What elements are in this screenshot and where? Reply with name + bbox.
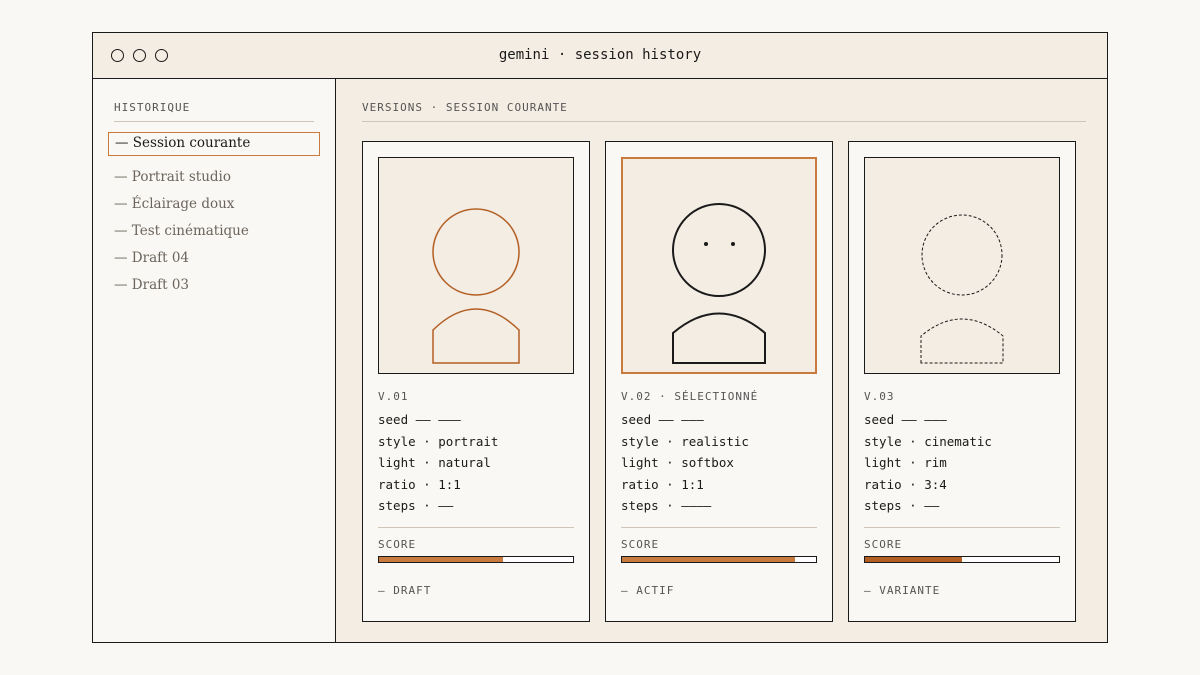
version-thumbnail[interactable] [378,157,574,374]
history-item-eclairage-doux[interactable]: — Éclairage doux [108,191,320,218]
version-meta: seed —— ——— style · portrait light · nat… [378,409,574,517]
version-meta: seed —— ——— style · cinematic light · ri… [864,409,1060,517]
history-item-test-cinematique[interactable]: — Test cinématique [108,218,320,245]
card-divider [621,527,817,528]
meta-steps: steps · —— [378,498,454,513]
status-label: — DRAFT [378,584,432,597]
score-label: SCORE [378,538,417,551]
meta-ratio: ratio · 1:1 [621,476,704,492]
card-divider [864,527,1060,528]
version-card-v02[interactable]: V.02 · SÉLECTIONNÉ seed —— ——— style · r… [605,141,833,622]
history-item-portrait-studio[interactable]: — Portrait studio [108,164,320,191]
version-card-v03[interactable]: V.03 seed —— ——— style · cinematic light… [848,141,1076,622]
score-label: SCORE [864,538,903,551]
status-label: — ACTIF [621,584,675,597]
score-label: SCORE [621,538,660,551]
history-item-session-courante[interactable]: — Session courante [108,132,320,156]
sidebar: HISTORIQUE — Session courante — Portrait… [93,79,336,642]
version-thumbnail-selected[interactable] [621,157,817,374]
version-label: V.03 [864,390,895,403]
score-bar [621,556,817,563]
versions-panel: VERSIONS · SESSION COURANTE V.01 seed ——… [336,79,1107,642]
version-card-v01[interactable]: V.01 seed —— ——— style · portrait light … [362,141,590,622]
meta-steps: steps · —— [864,498,940,513]
score-bar [864,556,1060,563]
meta-seed: seed —— ——— [378,412,461,427]
version-label: V.02 · SÉLECTIONNÉ [621,390,759,403]
meta-ratio: ratio · 1:1 [378,476,461,492]
sidebar-divider [114,121,314,122]
history-item-draft-03[interactable]: — Draft 03 [108,272,320,299]
history-item-draft-04[interactable]: — Draft 04 [108,245,320,272]
meta-seed: seed —— ——— [864,412,947,427]
meta-ratio: ratio · 3:4 [864,476,947,492]
meta-light: light · softbox [621,455,734,470]
score-bar-fill [622,557,795,562]
version-thumbnail[interactable] [864,157,1060,374]
meta-steps: steps · ———— [621,498,712,513]
versions-heading: VERSIONS · SESSION COURANTE [362,101,568,114]
portrait-placeholder-icon [672,203,766,364]
score-bar-fill [865,557,962,562]
sidebar-heading: HISTORIQUE [114,101,191,114]
meta-style: style · realistic [621,433,749,449]
score-bar [378,556,574,563]
meta-style: style · portrait [378,433,499,449]
status-label: — VARIANTE [864,584,941,597]
portrait-placeholder-icon [920,214,1004,364]
score-bar-fill [379,557,504,562]
meta-light: light · rim [864,455,947,470]
meta-style: style · cinematic [864,433,992,449]
card-divider [378,527,574,528]
version-label: V.01 [378,390,409,403]
portrait-placeholder-icon [432,208,520,364]
history-list: — Session courante — Portrait studio — É… [108,132,320,299]
meta-light: light · natural [378,455,491,470]
version-meta: seed —— ——— style · realistic light · so… [621,409,817,517]
versions-divider [362,121,1086,122]
title-bar: gemini · session history [93,33,1107,79]
window-title: gemini · session history [498,47,702,63]
meta-seed: seed —— ——— [621,412,704,427]
app-window: gemini · session history HISTORIQUE — Se… [92,32,1108,643]
